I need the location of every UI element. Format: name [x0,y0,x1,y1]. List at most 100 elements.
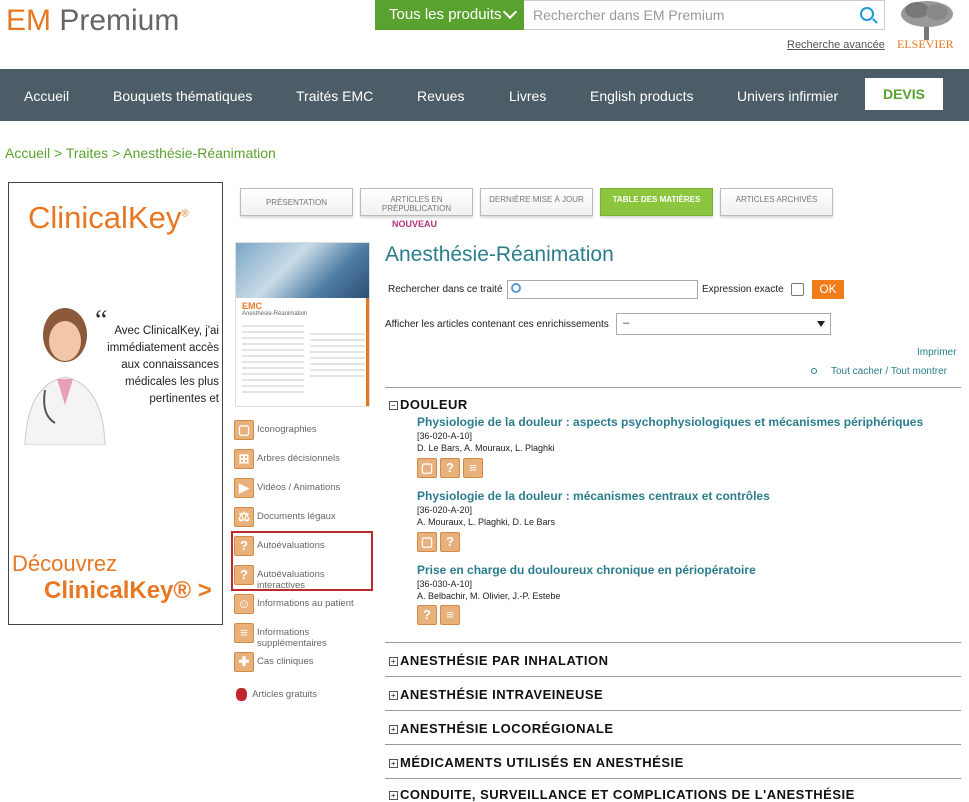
search-treatise-input[interactable] [507,280,698,299]
expand-icon: + [389,657,398,666]
article-ref: [36-020-A-10] [417,431,473,441]
enrichment-filter-select[interactable]: – [616,313,831,335]
enrich-label: Documents légaux [257,511,336,522]
divider [385,744,961,745]
image-icon[interactable]: ▢ [417,458,437,478]
devis-button[interactable]: DEVIS [865,78,943,110]
nav-accueil[interactable]: Accueil [24,88,69,104]
elsevier-label: ELSEVIER [897,37,954,51]
question-icon[interactable]: ? [440,458,460,478]
nav-english-products[interactable]: English products [590,88,694,104]
search-icon [511,283,521,293]
article-enrichment-icons: ? ≡ [417,605,463,625]
enrich-label: Vidéos / Animations [257,482,341,493]
expand-icon: + [389,691,398,700]
expand-icon: + [389,725,398,734]
section-title: ANESTHÉSIE PAR INHALATION [400,653,609,668]
logo-em: EM [6,4,51,37]
document-icon[interactable]: ≡ [463,458,483,478]
search-icon[interactable] [860,7,874,21]
document-icon: ≡ [234,623,254,643]
clinicalkey-ad[interactable]: ClinicalKey® “ Avec ClinicalKey, j'ai im… [8,182,223,625]
free-articles-icon [236,688,247,701]
nav-livres[interactable]: Livres [509,88,546,104]
em-premium-logo[interactable]: EM Premium [6,4,179,38]
question-icon[interactable]: ? [440,532,460,552]
section-header[interactable]: − DOULEUR [389,397,468,412]
exact-expression-checkbox[interactable] [791,283,804,296]
cover-emc: EMC [242,301,262,311]
collapse-icon: − [389,401,398,410]
clinicalkey-logo: ClinicalKey® [28,200,189,235]
filter-label: Afficher les articles contenant ces enri… [385,319,609,330]
document-icon[interactable]: ≡ [440,605,460,625]
ad-cta-line2: ClinicalKey® > [44,577,212,604]
tab-presentation[interactable]: PRÉSENTATION [240,188,353,216]
dropdown-arrow-icon [817,321,825,327]
divider [385,778,961,779]
treatise-cover[interactable]: EMC Anesthésie-Réanimation [235,242,370,407]
search-ok-button[interactable]: OK [812,280,844,299]
advanced-search-link[interactable]: Recherche avancée [787,39,885,51]
section-header[interactable]: + ANESTHÉSIE INTRAVEINEUSE [389,687,603,702]
patient-icon: ☺ [234,594,254,614]
article-enrichment-icons: ▢? [417,532,463,552]
article-authors: A. Belbachir, M. Olivier, J.-P. Estebe [417,591,561,601]
free-articles-link[interactable]: Articles gratuits [236,688,317,701]
divider [385,387,961,388]
nav-univers-infirmier[interactable]: Univers infirmier [737,88,838,104]
ad-quote: Avec ClinicalKey, j'ai immédiatement acc… [107,325,219,405]
expand-icon: + [389,759,398,768]
filter-selected-value: – [623,317,630,329]
article-title-link[interactable]: Prise en charge du douloureux chronique … [417,563,756,577]
divider [385,710,961,711]
section-header[interactable]: + ANESTHÉSIE LOCORÉGIONALE [389,721,614,736]
nav-bouquets[interactable]: Bouquets thématiques [113,88,252,104]
main-nav: Accueil Bouquets thématiques Traités EMC… [0,69,969,121]
article-ref: [36-030-A-10] [417,579,473,589]
tab-table-des-matieres[interactable]: TABLE DES MATIÈRES [600,188,713,216]
section-title: CONDUITE, SURVEILLANCE ET COMPLICATIONS … [400,787,855,802]
nav-traites[interactable]: Traités EMC [296,88,373,104]
search-input[interactable]: Rechercher dans EM Premium [524,0,885,30]
products-dropdown-button[interactable]: Tous les produits [375,0,524,30]
case-icon: ✚ [234,652,254,672]
new-badge: NOUVEAU [392,219,438,229]
article-title-link[interactable]: Physiologie de la douleur : mécanismes c… [417,489,770,503]
article-authors: A. Mouraux, L. Plaghki, D. Le Bars [417,517,556,527]
article-enrichment-icons: ▢? ≡ [417,458,486,478]
breadcrumb[interactable]: Accueil > Traites > Anesthésie-Réanimati… [5,145,276,161]
image-icon[interactable]: ▢ [417,532,437,552]
tab-articles-archives[interactable]: ARTICLES ARCHIVÉS [720,188,833,216]
tab-prepublication[interactable]: ARTICLES EN PRÉPUBLICATION [360,188,473,216]
search-treatise-label: Rechercher dans ce traité [388,284,503,295]
search-placeholder: Rechercher dans EM Premium [533,7,725,23]
free-articles-label: Articles gratuits [252,689,318,701]
products-label: Tous les produits [389,6,502,23]
section-header[interactable]: + MÉDICAMENTS UTILISÉS EN ANESTHÉSIE [389,755,684,770]
question-icon[interactable]: ? [417,605,437,625]
tree-icon: ⊞ [234,449,254,469]
section-header[interactable]: + ANESTHÉSIE PAR INHALATION [389,653,608,668]
cover-accent-bar [366,298,369,406]
toggle-all-label: Tout cacher / Tout montrer [831,366,947,377]
nav-revues[interactable]: Revues [417,88,464,104]
enrich-label: Iconographies [257,424,317,435]
section-header[interactable]: + CONDUITE, SURVEILLANCE ET COMPLICATIONS… [389,787,855,802]
print-link[interactable]: Imprimer [917,347,956,358]
highlight-box [231,531,373,591]
tab-derniere-mise-a-jour[interactable]: DERNIÈRE MISE À JOUR [480,188,593,216]
toggle-all-link[interactable]: Tout cacher / Tout montrer [811,366,947,377]
article-title-link[interactable]: Physiologie de la douleur : aspects psyc… [417,415,923,429]
enrich-label: Arbres décisionnels [257,453,340,464]
image-icon: ▢ [234,420,254,440]
elsevier-logo[interactable]: ELSEVIER [895,0,959,52]
video-icon: ▶ [234,478,254,498]
logo-premium: Premium [59,4,180,37]
exact-expression-label: Expression exacte [702,284,784,295]
enrich-label: Informations au patient [257,598,354,609]
section-title: ANESTHÉSIE LOCORÉGIONALE [400,721,614,736]
cover-photo [236,243,369,298]
enrich-label: Cas cliniques [257,656,314,667]
chevron-down-icon [502,4,518,20]
